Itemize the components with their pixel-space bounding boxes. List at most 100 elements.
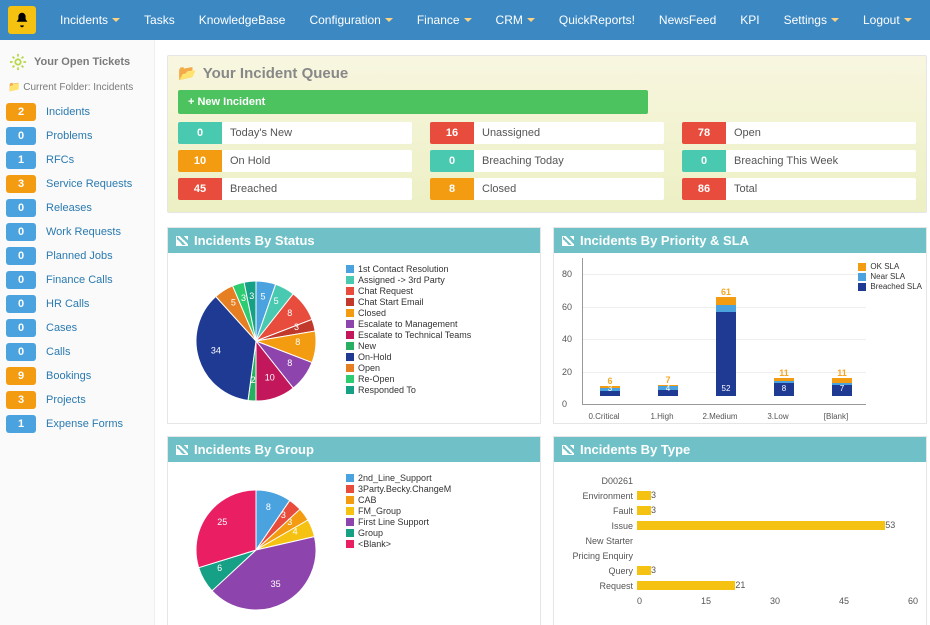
sidebar-item-calls[interactable]: 0Calls (6, 343, 148, 361)
svg-text:5: 5 (260, 292, 265, 302)
nav-quickreports![interactable]: QuickReports! (547, 0, 647, 40)
app-logo[interactable] (8, 6, 36, 34)
sidebar-item-label: RFCs (46, 154, 74, 166)
chevron-down-icon (904, 18, 912, 26)
queue-count: 78 (682, 122, 726, 144)
panel-status: Incidents By Status 558388102345331st Co… (167, 227, 541, 424)
queue-card-breaching-today[interactable]: 0Breaching Today (430, 150, 664, 172)
sidebar-item-hr-calls[interactable]: 0HR Calls (6, 295, 148, 313)
queue-label: Breached (222, 183, 277, 195)
svg-text:6: 6 (217, 563, 222, 573)
pie-chart: 55838810234533 (176, 263, 336, 413)
svg-text:25: 25 (217, 517, 227, 527)
hbar-row: Query3 (562, 564, 918, 577)
nav-incidents[interactable]: Incidents (48, 0, 132, 40)
sidebar-item-service-requests[interactable]: 3Service Requests (6, 175, 148, 193)
queue-card-open[interactable]: 78Open (682, 122, 916, 144)
queue-card-breaching-this-week[interactable]: 0Breaching This Week (682, 150, 916, 172)
sidebar-item-incidents[interactable]: 2Incidents (6, 103, 148, 121)
queue-card-closed[interactable]: 8Closed (430, 178, 664, 200)
svg-text:3: 3 (249, 291, 254, 301)
queue-count: 45 (178, 178, 222, 200)
chevron-down-icon (464, 18, 472, 26)
sidebar-item-expense-forms[interactable]: 1 Expense Forms (6, 415, 148, 433)
sidebar-item-planned-jobs[interactable]: 0 Planned Jobs (6, 247, 148, 265)
sidebar: Your Open Tickets 📁 Current Folder: Inci… (0, 40, 155, 625)
top-nav: IncidentsTasksKnowledgeBaseConfiguration… (0, 0, 930, 40)
main-content: 📂 Your Incident Queue + New Incident 0To… (155, 40, 930, 625)
legend-swatch (346, 518, 354, 526)
queue-card-breached[interactable]: 45Breached (178, 178, 412, 200)
sidebar-item-label: Finance Calls (46, 274, 113, 286)
hbar-row: Environment3 (562, 489, 918, 502)
count-badge: 0 (6, 247, 36, 265)
svg-text:3: 3 (287, 517, 292, 527)
panel-title: Incidents By Status (194, 233, 315, 248)
sidebar-item-finance-calls[interactable]: 0Finance Calls (6, 271, 148, 289)
svg-text:10: 10 (265, 373, 275, 383)
nav-newsfeed[interactable]: NewsFeed (647, 0, 728, 40)
sidebar-item-label: Expense Forms (46, 418, 123, 430)
sidebar-item-cases[interactable]: 0Cases (6, 319, 148, 337)
queue-label: Open (726, 127, 761, 139)
svg-text:5: 5 (231, 298, 236, 308)
queue-card-unassigned[interactable]: 16Unassigned (430, 122, 664, 144)
svg-text:35: 35 (271, 579, 281, 589)
legend-swatch (346, 353, 354, 361)
legend-swatch (346, 485, 354, 493)
legend-item: Open (346, 363, 471, 373)
bar-group: 117 (826, 368, 858, 405)
sidebar-item-label: Projects (46, 394, 86, 406)
nav-settings[interactable]: Settings (772, 0, 851, 40)
legend-swatch (346, 287, 354, 295)
sidebar-item-releases[interactable]: 0Releases (6, 199, 148, 217)
new-incident-button[interactable]: + New Incident (178, 90, 648, 114)
nav-knowledgebase[interactable]: KnowledgeBase (187, 0, 298, 40)
sidebar-item-label: Work Requests (46, 226, 121, 238)
bar-group: 118 (768, 368, 800, 405)
queue-card-on-hold[interactable]: 10On Hold (178, 150, 412, 172)
nav-kpi[interactable]: KPI (728, 0, 771, 40)
queue-card-today-s-new[interactable]: 0Today's New (178, 122, 412, 144)
hbar-row: Issue53 (562, 519, 918, 532)
nav-finance[interactable]: Finance (405, 0, 484, 40)
nav-crm[interactable]: CRM (484, 0, 547, 40)
panel-title: Incidents By Group (194, 442, 314, 457)
legend-swatch (346, 386, 354, 394)
nav-tasks[interactable]: Tasks (132, 0, 187, 40)
legend-item: Group (346, 528, 451, 538)
chart-legend: 2nd_Line_Support3Party.Becky.ChangeMCABF… (346, 472, 451, 622)
nav-configuration[interactable]: Configuration (297, 0, 404, 40)
svg-text:3: 3 (241, 293, 246, 303)
sidebar-item-label: Calls (46, 346, 70, 358)
legend-item: 2nd_Line_Support (346, 473, 451, 483)
legend-item: New (346, 341, 471, 351)
queue-label: Closed (474, 183, 516, 195)
sidebar-item-projects[interactable]: 3 Projects (6, 391, 148, 409)
count-badge: 1 (6, 151, 36, 169)
legend-item: FM_Group (346, 506, 451, 516)
count-badge: 0 (6, 223, 36, 241)
sidebar-item-work-requests[interactable]: 0 Work Requests (6, 223, 148, 241)
legend-item: Responded To (346, 385, 471, 395)
legend-item: On-Hold (346, 352, 471, 362)
count-badge: 1 (6, 415, 36, 433)
count-badge: 3 (6, 391, 36, 409)
legend-swatch (346, 298, 354, 306)
panel-group: Incidents By Group 8334356252nd_Line_Sup… (167, 436, 541, 625)
queue-card-total[interactable]: 86Total (682, 178, 916, 200)
sidebar-item-problems[interactable]: 0Problems (6, 127, 148, 145)
sidebar-title-text: Your Open Tickets (34, 56, 130, 68)
sidebar-item-rfcs[interactable]: 1 RFCs (6, 151, 148, 169)
queue-label: Breaching This Week (726, 155, 838, 167)
nav-logout[interactable]: Logout (851, 0, 924, 40)
sidebar-item-bookings[interactable]: 9Bookings (6, 367, 148, 385)
count-badge: 2 (6, 103, 36, 121)
svg-text:8: 8 (287, 358, 292, 368)
count-badge: 0 (6, 319, 36, 337)
folder-open-icon: 📂 (178, 64, 197, 82)
legend-swatch (346, 265, 354, 273)
chevron-down-icon (527, 18, 535, 26)
sidebar-item-label: Planned Jobs (46, 250, 113, 262)
svg-text:5: 5 (274, 296, 279, 306)
